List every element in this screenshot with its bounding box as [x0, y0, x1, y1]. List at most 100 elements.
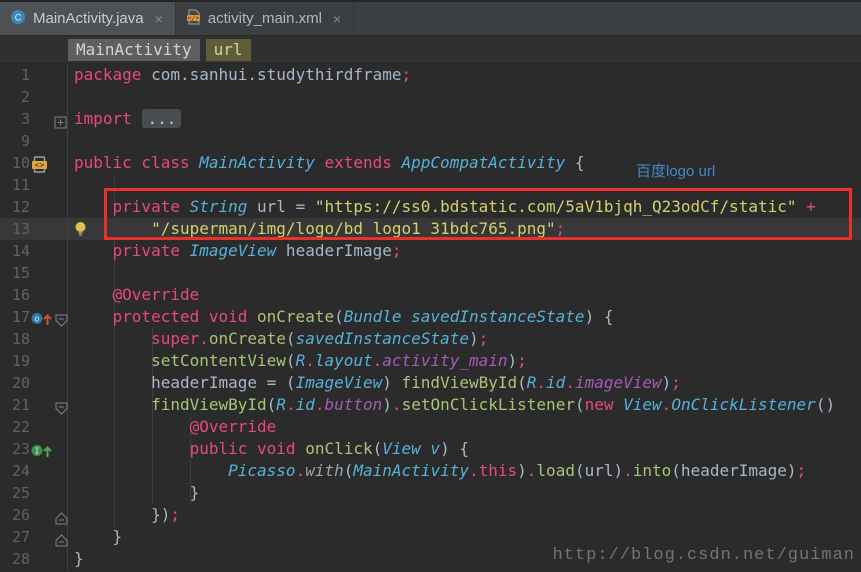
code-token: View	[614, 395, 662, 414]
code-token: ()	[816, 395, 835, 414]
code-text[interactable]: }	[68, 526, 861, 548]
code-token: button	[324, 395, 382, 414]
code-text[interactable]: Picasso.with(MainActivity.this).load(url…	[68, 460, 861, 482]
annotation-label: 百度logo url	[636, 160, 715, 181]
code-text[interactable]: findViewById(R.id.button).setOnClickList…	[68, 394, 861, 416]
code-text[interactable]	[68, 174, 861, 196]
svg-text:<>: <>	[35, 161, 45, 170]
code-text[interactable]: @Override	[68, 284, 861, 306]
code-token: )	[662, 373, 672, 392]
code-text[interactable]: setContentView(R.layout.activity_main);	[68, 350, 861, 372]
svg-text:o: o	[34, 315, 39, 325]
code-token: extends	[315, 153, 392, 172]
code-text[interactable]: super.onCreate(savedInstanceState);	[68, 328, 861, 350]
line-number: 13	[0, 218, 30, 240]
line-number: 21	[0, 394, 30, 416]
code-text[interactable]: });	[68, 504, 861, 526]
code-text[interactable]: import ...	[68, 108, 861, 130]
code-token: protected void	[113, 307, 248, 326]
code-token: AppCompatActivity	[392, 153, 565, 172]
gutter: 19	[0, 350, 68, 372]
code-token: setOnClickListener	[402, 395, 575, 414]
code-text[interactable]: public class MainActivity extends AppCom…	[68, 152, 861, 174]
gutter: 2	[0, 86, 68, 108]
tab-label: MainActivity.java	[33, 10, 144, 27]
tab-activity-main-xml[interactable]: </> activity_main.xml ×	[176, 2, 354, 35]
code-token: (	[286, 351, 296, 370]
line-number: 23	[0, 438, 30, 460]
gutter: 20	[0, 372, 68, 394]
code-text[interactable]: private ImageView headerImage;	[68, 240, 861, 262]
code-text[interactable]	[68, 130, 861, 152]
code-text[interactable]	[68, 86, 861, 108]
code-text[interactable]: "/superman/img/logo/bd_logo1_31bdc765.pn…	[68, 218, 861, 240]
code-token: )	[382, 373, 401, 392]
code-token: ;	[517, 351, 527, 370]
gutter: 18	[0, 328, 68, 350]
code-token: .	[305, 351, 315, 370]
code-text[interactable]: package com.sanhui.studythirdframe;	[68, 64, 861, 86]
code-token: R	[296, 351, 306, 370]
gutter: 15	[0, 262, 68, 284]
line-number: 2	[0, 86, 30, 108]
code-text[interactable]: protected void onCreate(Bundle savedInst…	[68, 306, 861, 328]
gutter: 3	[0, 108, 68, 130]
code-token: (	[286, 329, 296, 348]
breadcrumb-item-field[interactable]: url	[206, 39, 251, 61]
code-token: load	[536, 461, 575, 480]
code-text[interactable]: headerImage = (ImageView) findViewById(R…	[68, 372, 861, 394]
gutter: 13	[0, 218, 68, 240]
code-token: id	[546, 373, 565, 392]
code-token: )	[508, 351, 518, 370]
line-number: 26	[0, 504, 30, 526]
watermark: http://blog.csdn.net/guiman	[553, 546, 855, 565]
code-token	[74, 461, 228, 480]
gutter: 22	[0, 416, 68, 438]
line-number: 11	[0, 174, 30, 196]
code-token: private	[113, 241, 180, 260]
code-token: .	[623, 461, 633, 480]
code-token	[74, 351, 151, 370]
code-text[interactable]: private String url = "https://ss0.bdstat…	[68, 196, 861, 218]
code-token: )	[382, 395, 392, 414]
svg-text:I: I	[35, 447, 40, 456]
code-token: ;	[402, 65, 412, 84]
code-token: import	[74, 109, 132, 128]
tab-label: activity_main.xml	[208, 10, 322, 27]
code-token: public class	[74, 153, 190, 172]
code-text[interactable]: @Override	[68, 416, 861, 438]
code-text[interactable]	[68, 262, 861, 284]
line-number: 1	[0, 64, 30, 86]
code-token: ...	[142, 109, 181, 128]
line-number: 22	[0, 416, 30, 438]
line-number: 17	[0, 306, 30, 328]
code-line: 3import ...	[0, 108, 861, 130]
close-icon[interactable]: ×	[155, 11, 163, 27]
code-line: 14 private ImageView headerImage;	[0, 240, 861, 262]
code-token: ) {	[440, 439, 469, 458]
code-token: into	[633, 461, 672, 480]
line-number: 19	[0, 350, 30, 372]
code-token: (	[373, 439, 383, 458]
svg-text:C: C	[15, 12, 22, 22]
code-token: onClick	[296, 439, 373, 458]
code-token: ;	[392, 241, 402, 260]
close-icon[interactable]: ×	[333, 11, 341, 27]
code-token: .	[296, 461, 306, 480]
code-token: .	[565, 373, 575, 392]
line-number: 12	[0, 196, 30, 218]
code-line: 9	[0, 130, 861, 152]
editor[interactable]: 1package com.sanhui.studythirdframe;23im…	[0, 64, 861, 571]
code-token: private	[113, 197, 180, 216]
lightbulb-icon[interactable]	[74, 221, 87, 240]
code-line: 21 findViewById(R.id.button).setOnClickL…	[0, 394, 861, 416]
code-token: R	[276, 395, 286, 414]
code-token: .	[527, 461, 537, 480]
line-number: 28	[0, 548, 30, 570]
code-token: layout	[315, 351, 373, 370]
tab-mainactivity-java[interactable]: C MainActivity.java ×	[0, 2, 176, 35]
code-token: findViewById	[151, 395, 267, 414]
code-text[interactable]: }	[68, 482, 861, 504]
code-text[interactable]: public void onClick(View v) {	[68, 438, 861, 460]
breadcrumb-item-class[interactable]: MainActivity	[68, 39, 200, 61]
